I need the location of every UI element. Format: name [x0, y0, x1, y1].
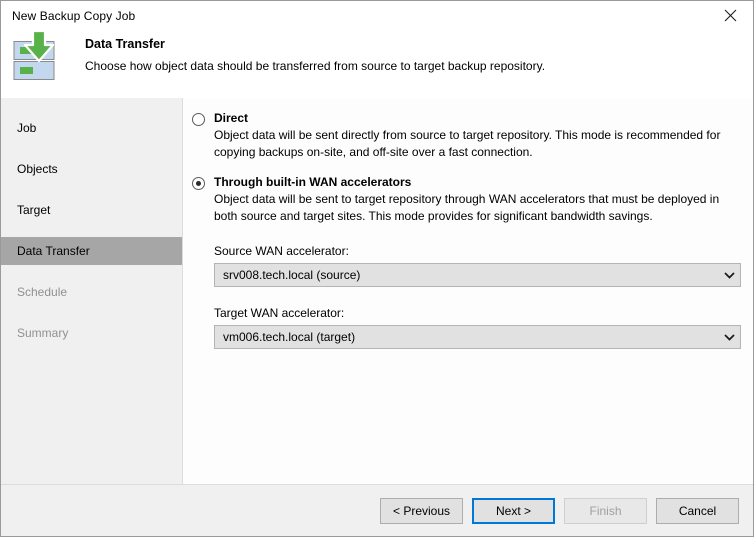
chevron-down-icon [718, 333, 740, 341]
backup-repository-download-icon [12, 29, 66, 85]
content-panel: Direct Object data will be sent directly… [183, 98, 753, 484]
dialog-header: Data Transfer Choose how object data sho… [1, 29, 753, 98]
source-wan-accelerator-select[interactable]: srv008.tech.local (source) [214, 263, 741, 287]
next-button[interactable]: Next > [472, 497, 555, 524]
cancel-button[interactable]: Cancel [656, 497, 739, 524]
sidebar-item-summary[interactable]: Summary [1, 319, 182, 347]
page-title: Data Transfer [85, 37, 165, 51]
source-wan-accelerator-value: srv008.tech.local (source) [223, 268, 361, 282]
option-wan-accelerators[interactable]: Through built-in WAN accelerators [192, 175, 753, 190]
target-wan-accelerator-select[interactable]: vm006.tech.local (target) [214, 325, 741, 349]
sidebar-item-target[interactable]: Target [1, 196, 182, 224]
dialog-footer: < Previous Next > Finish Cancel [1, 484, 753, 536]
option-wan-accelerators-label: Through built-in WAN accelerators [214, 175, 412, 189]
target-wan-accelerator-label: Target WAN accelerator: [214, 306, 345, 320]
previous-button[interactable]: < Previous [380, 497, 463, 524]
radio-wan-accelerators[interactable] [192, 177, 205, 190]
header-text-block: Data Transfer Choose how object data sho… [85, 30, 545, 74]
page-subtitle: Choose how object data should be transfe… [85, 59, 546, 73]
wizard-steps-sidebar: Job Objects Target Data Transfer Schedul… [1, 98, 183, 484]
dialog-window: New Backup Copy Job Data Transfer Choose… [0, 0, 754, 537]
source-wan-accelerator-label: Source WAN accelerator: [214, 244, 349, 258]
close-button[interactable] [708, 1, 753, 30]
option-direct-label: Direct [214, 111, 249, 125]
sidebar-item-schedule[interactable]: Schedule [1, 278, 182, 306]
finish-button: Finish [564, 497, 647, 524]
dialog-body: Job Objects Target Data Transfer Schedul… [1, 98, 753, 484]
option-direct-description: Object data will be sent directly from s… [214, 128, 721, 159]
chevron-down-icon [718, 271, 740, 279]
sidebar-item-objects[interactable]: Objects [1, 155, 182, 183]
sidebar-item-job[interactable]: Job [1, 114, 182, 142]
option-wan-accelerators-description: Object data will be sent to target repos… [214, 192, 720, 223]
sidebar-item-data-transfer[interactable]: Data Transfer [1, 237, 182, 265]
option-direct[interactable]: Direct [192, 111, 753, 126]
title-bar: New Backup Copy Job [1, 1, 753, 30]
target-wan-accelerator-value: vm006.tech.local (target) [223, 330, 356, 344]
window-title: New Backup Copy Job [12, 8, 136, 23]
close-icon [724, 9, 737, 22]
radio-direct[interactable] [192, 113, 205, 126]
